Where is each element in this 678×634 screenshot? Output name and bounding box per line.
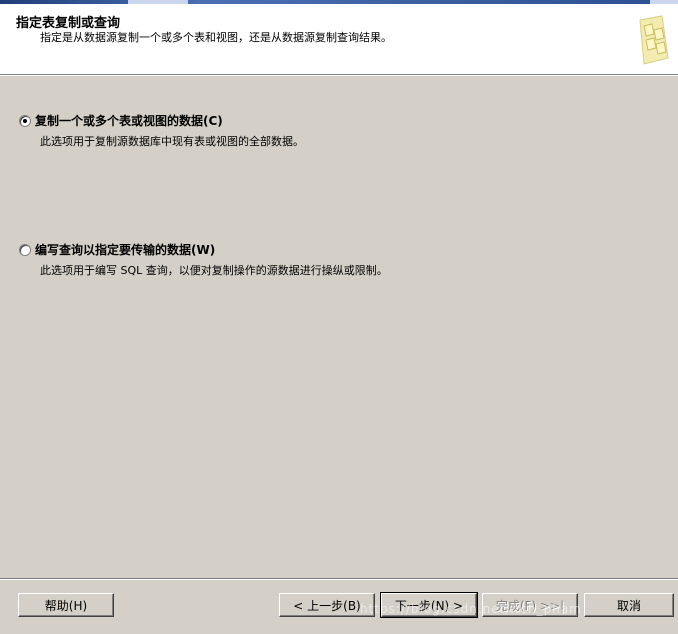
option-write-query-label[interactable]: 编写查询以指定要传输的数据(W) — [35, 241, 215, 258]
help-button[interactable]: 帮助(H) — [18, 593, 114, 617]
option-copy-tables-label[interactable]: 复制一个或多个表或视图的数据(C) — [35, 112, 223, 129]
radio-copy-tables[interactable] — [19, 114, 31, 127]
footer-separator-highlight — [0, 579, 678, 580]
option-copy-tables-description: 此选项用于复制源数据库中现有表或视图的全部数据。 — [40, 135, 304, 148]
page-subtitle: 指定是从数据源复制一个或多个表和视图，还是从数据源复制查询结果。 — [40, 31, 392, 44]
header-separator-highlight — [0, 75, 678, 76]
wizard-logo-icon — [639, 15, 669, 65]
wizard-header: 指定表复制或查询 指定是从数据源复制一个或多个表和视图，还是从数据源复制查询结果… — [0, 4, 678, 74]
finish-button[interactable]: 完成(F) >>| — [482, 593, 578, 617]
option-copy-tables[interactable]: 复制一个或多个表或视图的数据(C) — [19, 112, 223, 129]
radio-write-query[interactable] — [19, 243, 31, 256]
cancel-button[interactable]: 取消 — [584, 593, 674, 617]
option-write-query[interactable]: 编写查询以指定要传输的数据(W) — [19, 241, 215, 258]
back-button[interactable]: < 上一步(B) — [279, 593, 375, 617]
next-button[interactable]: 下一步(N) > — [380, 592, 478, 618]
option-write-query-description: 此选项用于编写 SQL 查询，以便对复制操作的源数据进行操纵或限制。 — [40, 264, 388, 277]
